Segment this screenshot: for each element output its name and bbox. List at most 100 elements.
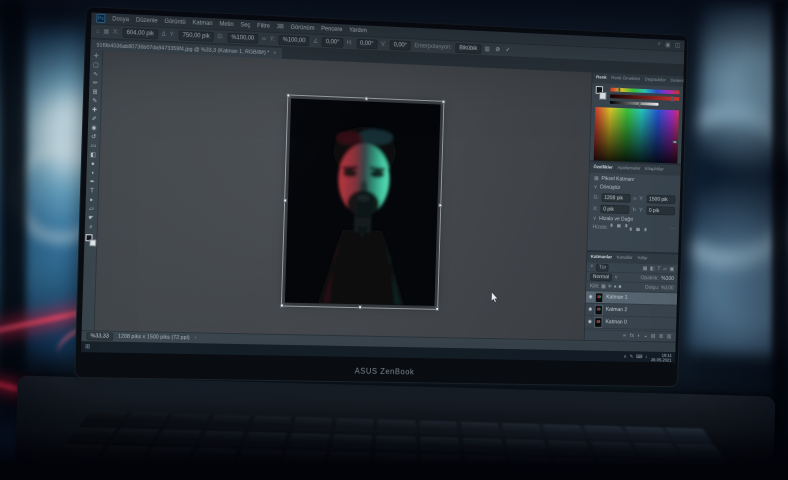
background-color-swatch[interactable] xyxy=(599,92,606,100)
saturation-slider-handle[interactable] xyxy=(671,96,673,102)
adjustment-layer-icon[interactable]: ◒ xyxy=(644,333,647,339)
arrange-icon[interactable]: ◫ xyxy=(675,42,680,49)
lock-transparency-icon[interactable]: ▦ xyxy=(601,283,606,289)
transform-handle-top-center[interactable] xyxy=(364,97,368,101)
keyboard-key[interactable] xyxy=(374,453,416,470)
spectrum-handle[interactable] xyxy=(673,141,678,144)
background-color-swatch[interactable] xyxy=(89,239,96,246)
align-right-icon[interactable]: ▝ xyxy=(623,225,627,231)
tray-volume-icon[interactable]: ♪ xyxy=(645,354,647,360)
filter-pixel-icon[interactable]: ▦ xyxy=(643,265,648,271)
keyboard-key[interactable] xyxy=(288,433,330,448)
h-skew-input[interactable]: 0,00° xyxy=(356,38,377,49)
keyboard-key[interactable] xyxy=(373,472,416,480)
layer-thumbnail[interactable] xyxy=(594,317,602,328)
tab-kitapliklar[interactable]: Kitaplıklar xyxy=(645,167,664,172)
portrait-image-layer[interactable] xyxy=(285,99,441,306)
menu-filtre[interactable]: Filtre xyxy=(257,23,270,30)
keyboard-key[interactable] xyxy=(642,460,692,477)
opacity-value[interactable]: %100 xyxy=(661,275,674,281)
foreground-background-swatches[interactable] xyxy=(85,234,96,246)
keyboard-key[interactable] xyxy=(460,422,500,436)
height-input[interactable]: %100,00 xyxy=(279,35,310,46)
brightness-slider[interactable] xyxy=(610,101,659,106)
keyboard-key[interactable] xyxy=(80,411,127,425)
taskbar-clock[interactable]: 19:11 26.05.2021 xyxy=(651,352,672,362)
lock-pixels-icon[interactable]: ● xyxy=(614,284,617,290)
keyboard-key[interactable] xyxy=(37,462,92,480)
color-swatches[interactable] xyxy=(595,86,606,100)
keyboard-key[interactable] xyxy=(325,470,370,480)
menu-dosya[interactable]: Dosya xyxy=(112,16,129,23)
filter-type-icon[interactable]: T xyxy=(657,266,660,272)
keyboard-key[interactable] xyxy=(687,461,738,478)
keyboard-key[interactable] xyxy=(665,428,712,443)
cancel-transform-button[interactable]: ⊘ xyxy=(495,46,500,53)
prop-rotate-icon[interactable]: ↻ xyxy=(632,207,636,213)
color-spectrum-picker[interactable] xyxy=(594,107,679,163)
transform-handle-middle-left[interactable] xyxy=(283,198,287,202)
status-chevron-icon[interactable]: › xyxy=(194,335,196,341)
keyboard-key[interactable] xyxy=(335,418,374,432)
keyboard-key[interactable] xyxy=(144,447,193,464)
menu-yardim[interactable]: Yardım xyxy=(349,27,367,34)
gradient-tool[interactable]: ◧ xyxy=(87,151,98,159)
keyboard-key[interactable] xyxy=(111,428,159,443)
align-top-icon[interactable]: ▖ xyxy=(630,226,634,232)
tab-ozellikler[interactable]: Özellikler xyxy=(593,165,612,170)
pen-tool[interactable]: ✒ xyxy=(87,178,98,186)
reference-point-icon[interactable]: ▦ xyxy=(103,28,109,35)
eyedropper-tool[interactable]: ✎ xyxy=(89,97,100,105)
keyboard-key[interactable] xyxy=(420,454,462,471)
tab-renk-ornekleri[interactable]: Renk Örnekleri xyxy=(611,76,640,82)
prop-x-input[interactable]: 0 pik xyxy=(600,205,629,214)
filter-adjustment-icon[interactable]: ◧ xyxy=(650,266,655,272)
visibility-eye-icon[interactable]: ◉ xyxy=(589,294,593,300)
tray-keyboard-icon[interactable]: ⌨ xyxy=(636,354,643,360)
align-middle-v-icon[interactable]: ▄ xyxy=(636,226,640,232)
tab-yollar[interactable]: Yollar xyxy=(637,256,648,261)
keyboard-key[interactable] xyxy=(376,435,416,451)
keyboard-key[interactable] xyxy=(676,444,725,460)
path-selection-tool[interactable]: ▸ xyxy=(86,196,97,204)
keyboard-key[interactable] xyxy=(67,427,117,442)
saturation-slider[interactable] xyxy=(610,94,679,101)
transform-handle-middle-right[interactable] xyxy=(438,203,442,207)
keyboard-key[interactable] xyxy=(462,438,504,454)
layer-row-katman-0[interactable]: ◉ Katman 0 xyxy=(585,316,676,330)
clone-stamp-tool[interactable]: ◉ xyxy=(88,124,99,132)
tab-degradeler[interactable]: Degradeler xyxy=(645,78,666,84)
keyboard-key[interactable] xyxy=(328,452,371,469)
prop-link-icon[interactable]: ∞ xyxy=(633,196,637,202)
collapse-icon[interactable]: ∨ xyxy=(593,216,597,222)
menu-goruntu[interactable]: Görüntü xyxy=(164,18,185,25)
keyboard-key[interactable] xyxy=(292,417,333,431)
keyboard-key[interactable] xyxy=(464,455,508,472)
y-position-input[interactable]: 750,00 pik xyxy=(179,30,214,41)
transform-handle-bottom-left[interactable] xyxy=(280,303,284,307)
layer-name[interactable]: Katman 0 xyxy=(605,319,626,325)
move-tool[interactable]: ✛ xyxy=(91,52,102,60)
align-bottom-icon[interactable]: ▗ xyxy=(642,226,646,232)
keyboard-key[interactable] xyxy=(332,434,373,449)
document-canvas[interactable] xyxy=(95,51,592,340)
tray-chevron-icon[interactable]: ∧ xyxy=(623,354,626,360)
workspace-icon[interactable]: ▣ xyxy=(665,42,670,49)
hue-slider[interactable] xyxy=(610,88,679,95)
zoom-level-input[interactable]: %33,33 xyxy=(86,332,113,340)
prop-height-input[interactable]: 1500 pik xyxy=(646,195,675,204)
delta-toggle-icon[interactable]: Δ xyxy=(162,31,166,37)
keyboard-key[interactable] xyxy=(419,421,458,435)
close-tab-icon[interactable]: × xyxy=(273,50,276,56)
blend-caret-icon[interactable]: ∨ xyxy=(614,274,618,280)
history-brush-tool[interactable]: ↺ xyxy=(88,133,99,141)
visibility-eye-icon[interactable]: ◉ xyxy=(588,307,592,313)
keyboard-key[interactable] xyxy=(190,448,238,465)
transform-handle-bottom-center[interactable] xyxy=(358,305,362,309)
keyboard-key[interactable] xyxy=(377,420,415,434)
keyboard-key[interactable] xyxy=(236,449,282,466)
photoshop-logo-icon[interactable]: Ps xyxy=(96,14,105,23)
layer-effects-icon[interactable]: fx xyxy=(630,333,634,339)
transform-section-label[interactable]: Dönüştür xyxy=(600,185,620,191)
v-skew-input[interactable]: 0,00° xyxy=(390,40,411,51)
